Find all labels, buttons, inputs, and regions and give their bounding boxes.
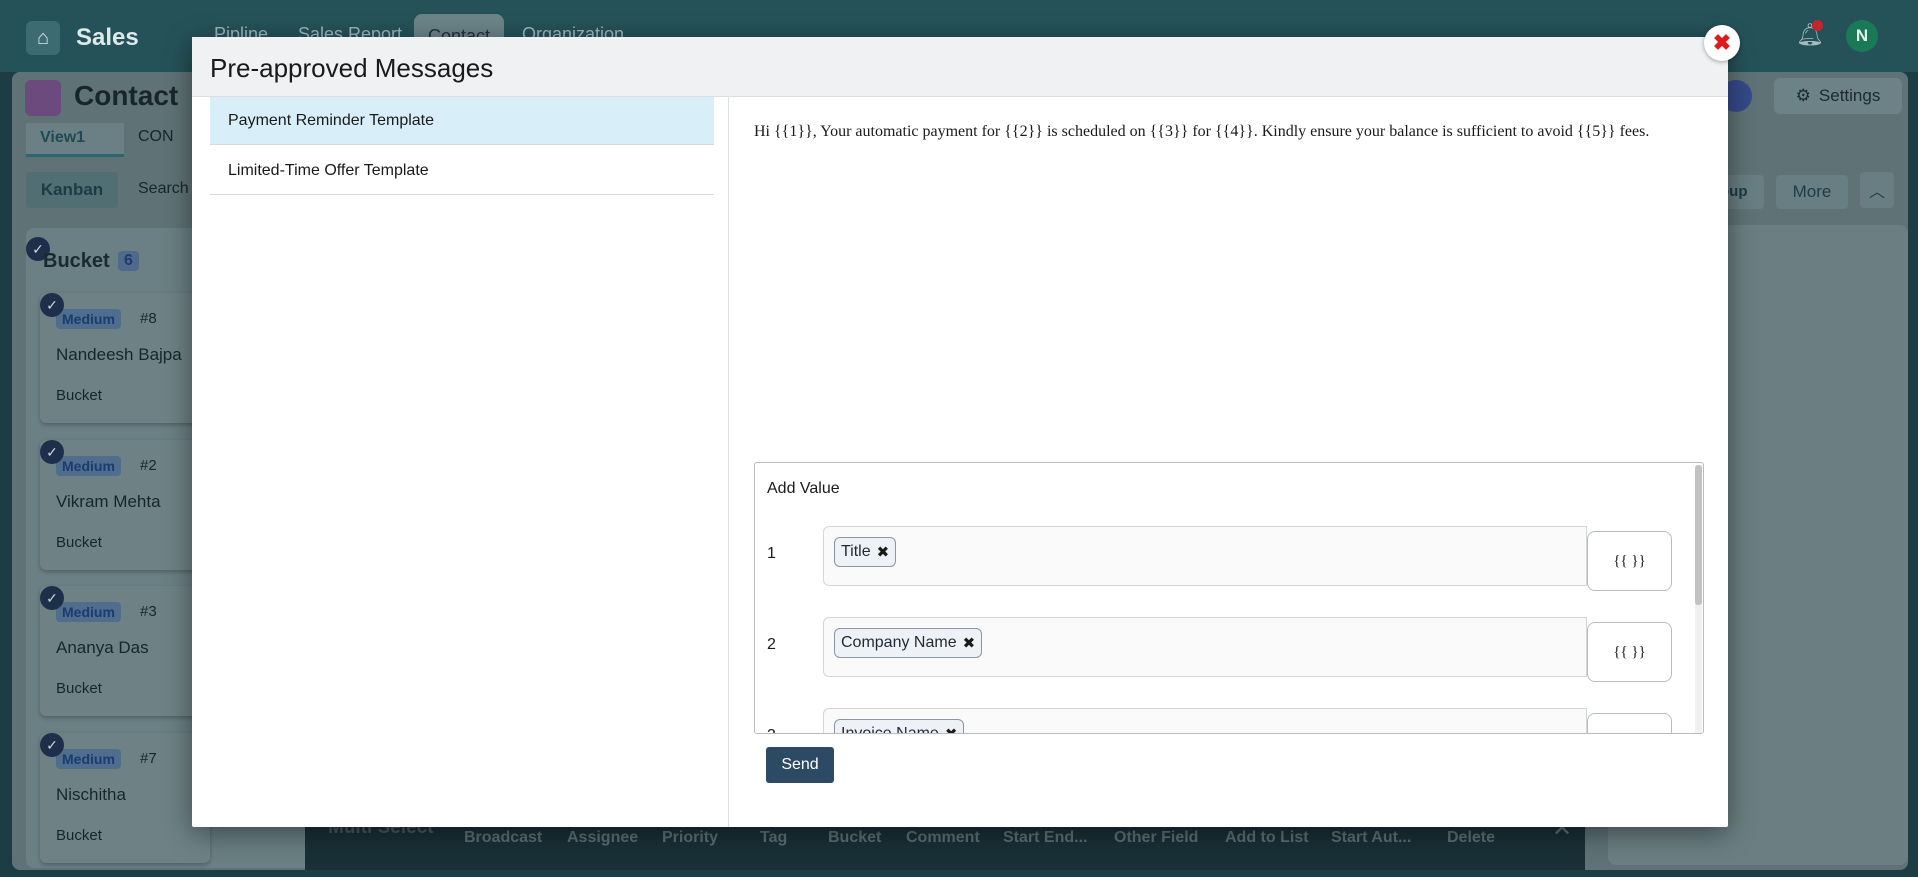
settings-button[interactable]: ⚙ Settings <box>1774 78 1902 114</box>
check-icon[interactable]: ✓ <box>40 440 64 464</box>
template-item-payment-reminder[interactable]: Payment Reminder Template <box>210 97 714 145</box>
app-name: Sales <box>76 24 139 51</box>
kanban-button[interactable]: Kanban <box>26 172 118 208</box>
add-value-panel[interactable]: Add Value 1 Title ✖ {{ }} 2 Company Name… <box>754 462 1704 734</box>
kanban-card[interactable]: Medium #2 Vikram Mehta Bucket <box>40 440 210 570</box>
gear-icon: ⚙ <box>1795 86 1811 105</box>
multi-comment-button[interactable]: Comment <box>906 829 980 847</box>
variable-button[interactable]: {{ }} <box>1587 622 1672 682</box>
row-number: 1 <box>767 545 776 562</box>
scrollbar[interactable] <box>1695 465 1702 733</box>
kanban-card[interactable]: Medium #7 Nischitha Bucket <box>40 733 210 863</box>
search-button[interactable]: Search <box>138 180 189 198</box>
multi-tag-button[interactable]: Tag <box>760 829 787 847</box>
row-number: 3 <box>767 727 776 733</box>
close-icon[interactable]: ✖ <box>1704 25 1740 61</box>
settings-label: Settings <box>1818 86 1881 105</box>
page-title: Contact <box>74 80 179 111</box>
add-value-title: Add Value <box>767 480 840 497</box>
check-icon[interactable]: ✓ <box>40 293 64 317</box>
card-number: #3 <box>140 603 157 620</box>
multi-broadcast-button[interactable]: Broadcast <box>464 829 542 847</box>
chip-remove-icon[interactable]: ✖ <box>963 634 976 652</box>
chip-remove-icon[interactable]: ✖ <box>877 543 890 561</box>
home-icon[interactable]: ⌂ <box>26 21 60 55</box>
card-number: #2 <box>140 457 157 474</box>
pre-approved-messages-modal: Pre-approved Messages Payment Reminder T… <box>192 37 1728 827</box>
bucket-count: 6 <box>118 251 139 271</box>
scrollbar-thumb[interactable] <box>1695 465 1702 605</box>
value-field[interactable]: Title ✖ <box>823 526 1587 586</box>
more-button[interactable]: More <box>1776 175 1848 209</box>
multi-start-automation-button[interactable]: Start Aut... <box>1331 829 1411 847</box>
value-field[interactable]: Invoice Name ✖ <box>823 708 1587 734</box>
value-chip: Title ✖ <box>834 537 897 567</box>
multi-start-end-button[interactable]: Start End... <box>1003 829 1087 847</box>
row-number: 2 <box>767 636 776 653</box>
priority-badge: Medium <box>56 749 121 769</box>
notification-dot <box>1812 20 1823 31</box>
multi-delete-button[interactable]: Delete <box>1447 829 1495 847</box>
chip-label: Invoice Name <box>841 725 939 734</box>
multi-add-to-list-button[interactable]: Add to List <box>1225 829 1309 847</box>
card-name: Nischitha <box>56 785 126 804</box>
kanban-card[interactable]: Medium #3 Ananya Das Bucket <box>40 586 210 716</box>
card-name: Vikram Mehta <box>56 492 161 511</box>
priority-badge: Medium <box>56 309 121 329</box>
template-list: Payment Reminder Template Limited-Time O… <box>192 97 729 827</box>
value-field[interactable]: Company Name ✖ <box>823 617 1587 677</box>
tab-comments[interactable]: CON <box>138 128 174 146</box>
chevron-up-icon[interactable]: ︿ <box>1860 172 1894 208</box>
chip-remove-icon[interactable]: ✖ <box>945 725 958 733</box>
card-bucket: Bucket <box>56 680 102 697</box>
priority-badge: Medium <box>56 602 121 622</box>
kanban-card[interactable]: Medium #8 Nandeesh Bajpa Bucket <box>40 293 210 423</box>
multi-other-field-button[interactable]: Other Field <box>1114 829 1198 847</box>
check-icon[interactable]: ✓ <box>40 733 64 757</box>
tab-view1[interactable]: View1 <box>26 123 124 157</box>
modal-title: Pre-approved Messages <box>210 53 494 83</box>
template-item-limited-time-offer[interactable]: Limited-Time Offer Template <box>210 147 714 195</box>
check-icon[interactable]: ✓ <box>40 586 64 610</box>
send-button[interactable]: Send <box>766 747 834 783</box>
message-preview: Hi {{1}}, Your automatic payment for {{2… <box>754 123 1650 140</box>
avatar[interactable]: N <box>1846 20 1878 52</box>
card-bucket: Bucket <box>56 387 102 404</box>
card-bucket: Bucket <box>56 827 102 844</box>
modal-header: Pre-approved Messages <box>192 37 1728 97</box>
priority-badge: Medium <box>56 456 121 476</box>
chip-label: Company Name <box>841 634 957 651</box>
card-name: Ananya Das <box>56 638 149 657</box>
card-number: #8 <box>140 310 157 327</box>
contact-icon <box>25 80 61 116</box>
variable-button[interactable]: {{ }} <box>1587 531 1672 591</box>
card-name: Nandeesh Bajpa <box>56 345 182 364</box>
value-chip: Company Name ✖ <box>834 628 983 658</box>
variable-button[interactable]: {{ }} <box>1587 713 1672 733</box>
card-number: #7 <box>140 750 157 767</box>
multi-bucket-button[interactable]: Bucket <box>828 829 881 847</box>
value-chip: Invoice Name ✖ <box>834 719 965 734</box>
multi-assignee-button[interactable]: Assignee <box>567 829 638 847</box>
bucket-title: Bucket <box>43 250 110 272</box>
card-bucket: Bucket <box>56 534 102 551</box>
chip-label: Title <box>841 543 871 560</box>
multi-priority-button[interactable]: Priority <box>662 829 718 847</box>
